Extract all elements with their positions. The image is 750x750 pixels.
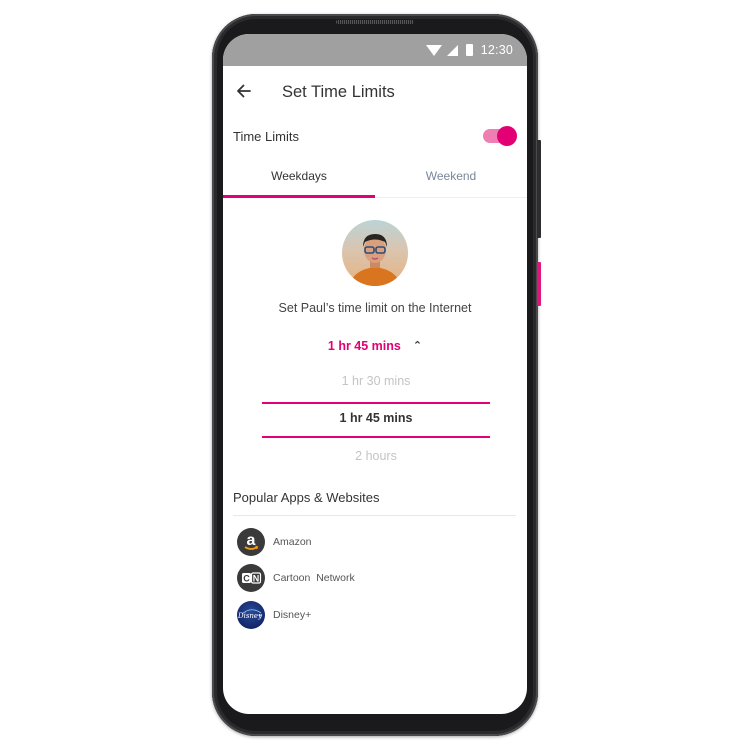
cartoon-network-logo-icon: C N xyxy=(237,564,265,592)
list-item-disney-plus[interactable]: Disney + Disney+ xyxy=(237,601,507,629)
section-divider xyxy=(233,515,516,516)
tab-weekend[interactable]: Weekend xyxy=(375,160,527,197)
wifi-icon xyxy=(425,44,442,56)
app-name: Cartoon Network xyxy=(273,572,355,584)
screen: 12:30 Set Time Limits Time Limits Weekda… xyxy=(223,34,527,714)
svg-text:a: a xyxy=(247,532,256,549)
amazon-logo-icon: a xyxy=(237,528,265,556)
app-bar: Set Time Limits xyxy=(223,76,527,108)
picker-selection-line-bottom xyxy=(262,436,490,438)
picker-option-selected[interactable]: 1 hr 45 mins xyxy=(262,411,490,425)
popular-apps-heading: Popular Apps & Websites xyxy=(233,490,380,505)
picker-option[interactable]: 2 hours xyxy=(262,449,490,463)
status-bar: 12:30 xyxy=(223,34,527,66)
tab-weekdays[interactable]: Weekdays xyxy=(223,160,375,198)
list-item-amazon[interactable]: a Amazon xyxy=(237,528,507,556)
time-limit-picker[interactable]: 1 hr 30 mins 1 hr 45 mins 2 hours xyxy=(262,372,490,472)
avatar xyxy=(342,220,408,286)
volume-button xyxy=(537,140,541,238)
picker-selection-line-top xyxy=(262,402,490,404)
list-item-cartoon-network[interactable]: C N Cartoon Network xyxy=(237,564,507,592)
picker-option[interactable]: 1 hr 30 mins xyxy=(262,374,490,388)
back-button[interactable] xyxy=(233,80,255,102)
toggle-knob xyxy=(497,126,517,146)
time-limit-dropdown[interactable]: 1 hr 45 mins ⌃ xyxy=(223,339,527,353)
time-limits-label: Time Limits xyxy=(233,129,299,144)
time-limit-prompt: Set Paul’s time limit on the Internet xyxy=(278,301,472,315)
child-portrait-icon xyxy=(350,234,400,286)
time-limits-row: Time Limits xyxy=(233,126,517,150)
chevron-up-icon: ⌃ xyxy=(412,340,423,352)
svg-text:N: N xyxy=(253,574,260,584)
signal-icon xyxy=(446,44,458,56)
battery-icon xyxy=(465,44,473,56)
selected-time-limit: 1 hr 45 mins xyxy=(327,339,401,353)
page-title: Set Time Limits xyxy=(282,83,395,101)
power-button xyxy=(537,262,541,306)
status-time: 12:30 xyxy=(480,43,513,57)
app-name: Disney+ xyxy=(273,609,312,621)
day-tabs: Weekdays Weekend xyxy=(223,160,527,198)
disney-plus-logo-icon: Disney + xyxy=(237,601,265,629)
earpiece-speaker xyxy=(336,20,414,24)
time-limits-toggle[interactable] xyxy=(483,126,517,146)
app-name: Amazon xyxy=(273,536,312,548)
arrow-left-icon xyxy=(237,84,251,98)
svg-text:C: C xyxy=(243,574,250,584)
svg-text:+: + xyxy=(258,613,262,620)
